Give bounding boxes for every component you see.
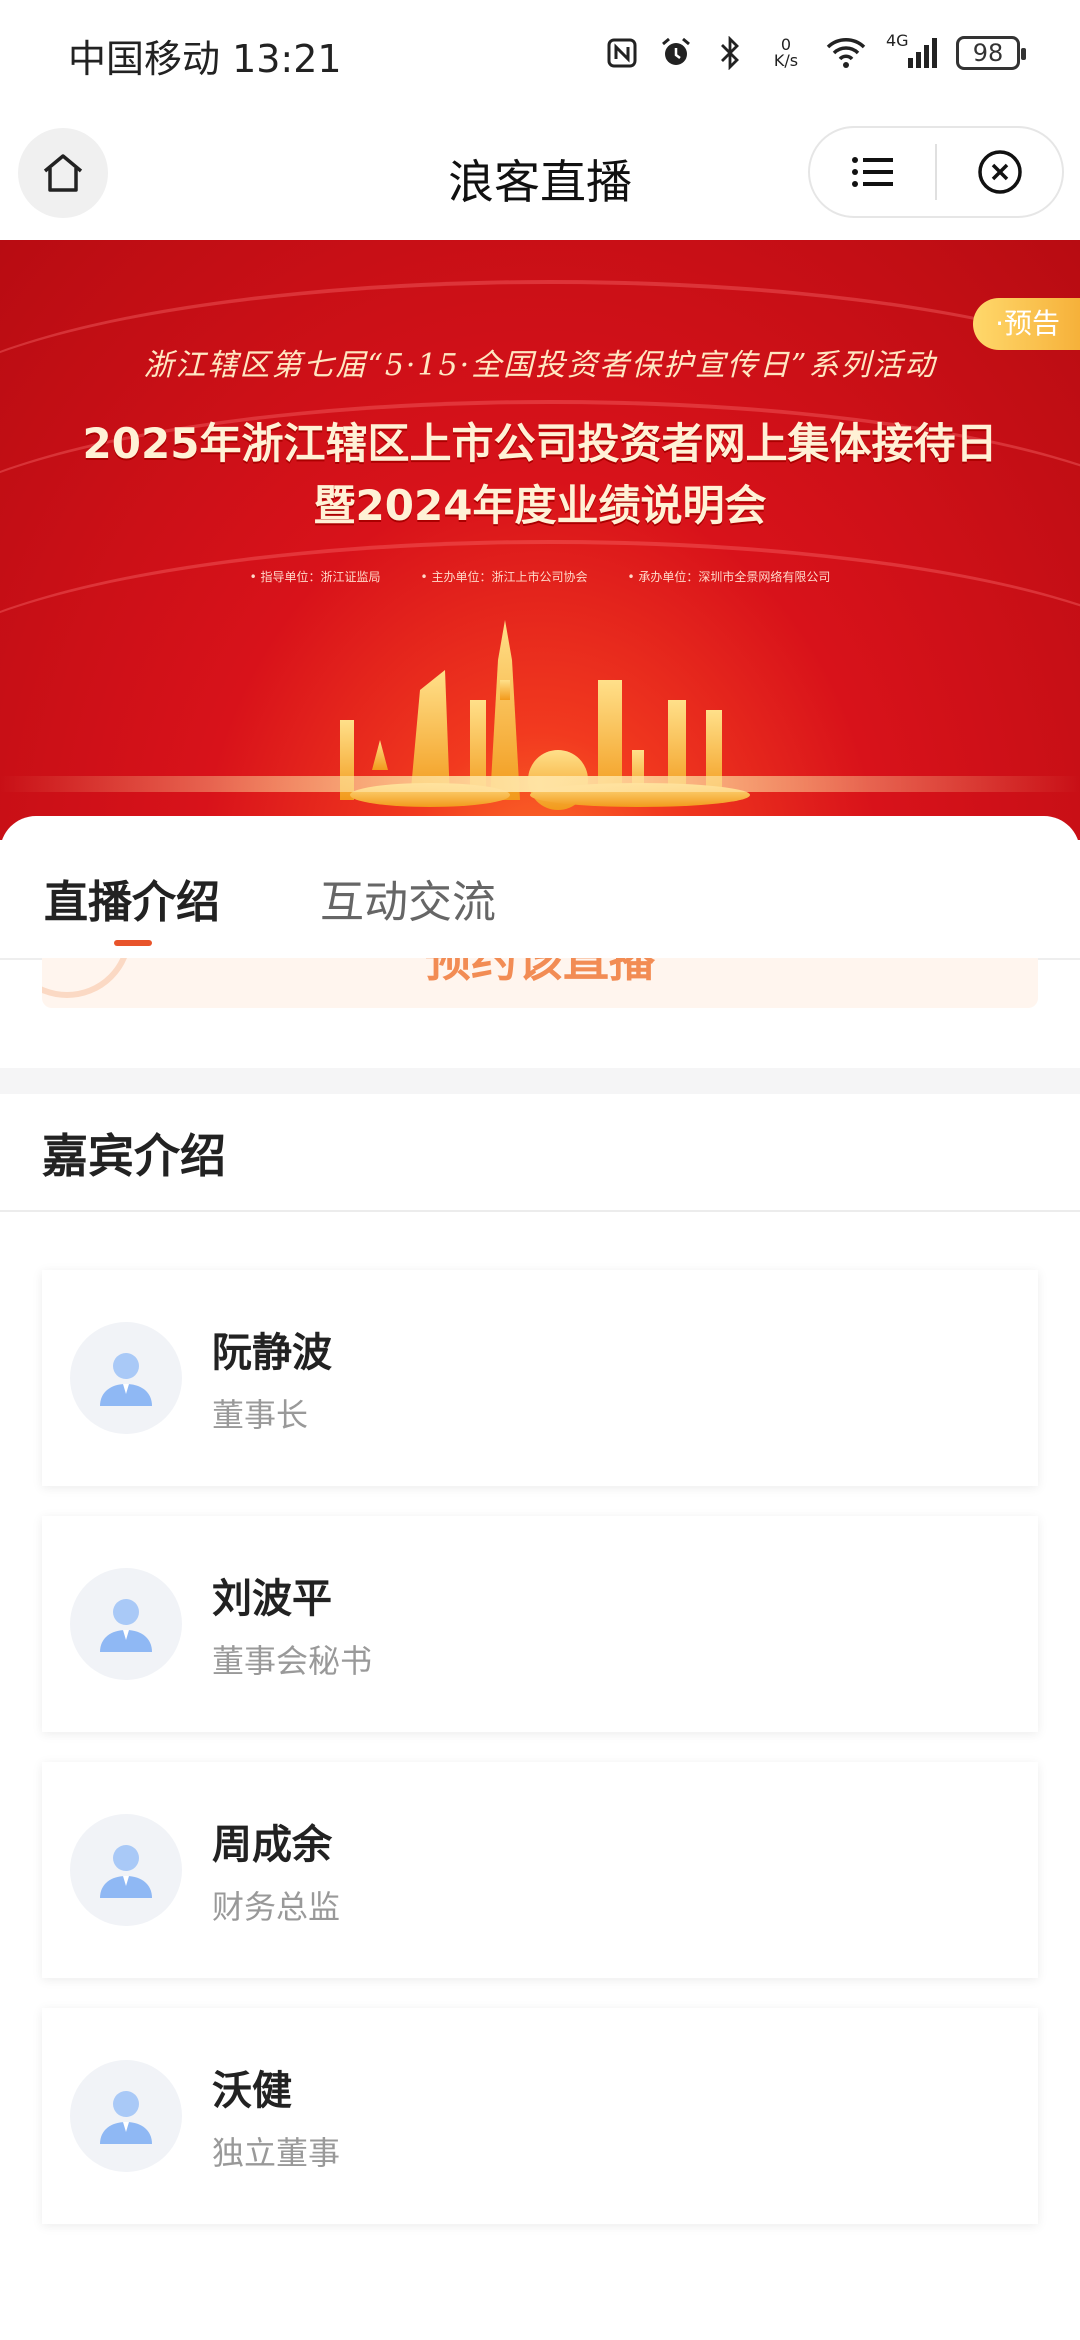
menu-list-icon bbox=[851, 157, 893, 187]
guest-role: 董事会秘书 bbox=[212, 1642, 373, 1680]
section-divider bbox=[0, 1210, 1080, 1212]
nfc-icon bbox=[604, 35, 640, 71]
guest-name: 刘波平 bbox=[212, 1576, 332, 1622]
status-icons: 0 K/s 4G 98 bbox=[604, 30, 1026, 76]
person-avatar-icon bbox=[100, 1353, 152, 1406]
network-type: 4G bbox=[886, 31, 909, 50]
reserve-button-label: 预约该直播 bbox=[425, 958, 655, 987]
guest-card[interactable]: 周成余 财务总监 bbox=[42, 1762, 1038, 1978]
city-skyline-illustration bbox=[340, 620, 750, 810]
organizer-host: • 主办单位：浙江上市公司协会 bbox=[420, 570, 588, 584]
close-button[interactable] bbox=[937, 128, 1062, 216]
tab-bar: 直播介绍 互动交流 bbox=[0, 816, 1080, 960]
guest-role: 独立董事 bbox=[212, 2134, 341, 2172]
guest-card[interactable]: 阮静波 董事长 bbox=[42, 1270, 1038, 1486]
guest-card[interactable]: 刘波平 董事会秘书 bbox=[42, 1516, 1038, 1732]
banner-glow-line bbox=[0, 776, 1080, 792]
guest-role: 董事长 bbox=[212, 1396, 309, 1434]
battery-level: 98 bbox=[972, 39, 1004, 67]
organizer-guide: • 指导单位：浙江证监局 bbox=[249, 570, 381, 584]
banner-subtitle: 浙江辖区第七届“5·15·全国投资者保护宣传日”系列活动 bbox=[143, 348, 937, 383]
battery-icon: 98 bbox=[956, 36, 1026, 70]
close-circle-icon bbox=[977, 150, 1022, 194]
tab-live-intro[interactable]: 直播介绍 bbox=[44, 866, 220, 930]
person-avatar-icon bbox=[100, 2091, 152, 2144]
banner-organizers: • 指导单位：浙江证监局 • 主办单位：浙江上市公司协会 • 承办单位：深圳市全… bbox=[0, 568, 1080, 585]
reserve-button[interactable]: 预约该直播 bbox=[42, 958, 1038, 1008]
bluetooth-icon bbox=[712, 35, 748, 71]
section-separator bbox=[0, 1068, 1080, 1094]
avatar bbox=[70, 1814, 182, 1926]
guest-role: 财务总监 bbox=[212, 1888, 341, 1926]
wifi-icon bbox=[824, 35, 868, 71]
live-banner[interactable]: ·预告 浙江辖区第七届“5·15·全国投资者保护宣传日”系列活动 2025年浙江… bbox=[0, 240, 1080, 840]
guest-name: 沃健 bbox=[212, 2068, 292, 2114]
person-avatar-icon bbox=[100, 1845, 152, 1898]
carrier-time: 中国移动 13:21 bbox=[68, 37, 342, 81]
nav-bar: 浪客直播 bbox=[0, 110, 1080, 240]
avatar bbox=[70, 2060, 182, 2172]
guest-name: 周成余 bbox=[212, 1822, 332, 1868]
menu-button[interactable] bbox=[810, 128, 935, 216]
organizer-undertaker: • 承办单位：深圳市全景网络有限公司 bbox=[627, 570, 831, 584]
guests-section-title: 嘉宾介绍 bbox=[42, 1129, 226, 1183]
guest-name: 阮静波 bbox=[212, 1330, 332, 1376]
banner-title-line2: 暨2024年度业绩说明会 bbox=[313, 481, 767, 530]
signal-icon: 4G bbox=[886, 31, 938, 71]
guest-card[interactable]: 沃健 独立董事 bbox=[42, 2008, 1038, 2224]
banner-title-line1: 2025年浙江辖区上市公司投资者网上集体接待日 bbox=[82, 419, 998, 468]
mini-program-capsule bbox=[808, 126, 1064, 218]
person-avatar-icon bbox=[100, 1599, 152, 1652]
status-bar: 中国移动 13:21 0 K/s 4G 98 bbox=[0, 0, 1080, 110]
avatar bbox=[70, 1322, 182, 1434]
active-tab-indicator bbox=[114, 940, 152, 946]
net-speed: 0 K/s bbox=[773, 35, 799, 70]
tab-interaction[interactable]: 互动交流 bbox=[320, 866, 496, 930]
avatar bbox=[70, 1568, 182, 1680]
alarm-icon bbox=[658, 35, 694, 71]
guest-list: 阮静波 董事长 刘波平 董事会秘书 周成余 财务总监 沃健 独立董事 bbox=[42, 1270, 1038, 2254]
